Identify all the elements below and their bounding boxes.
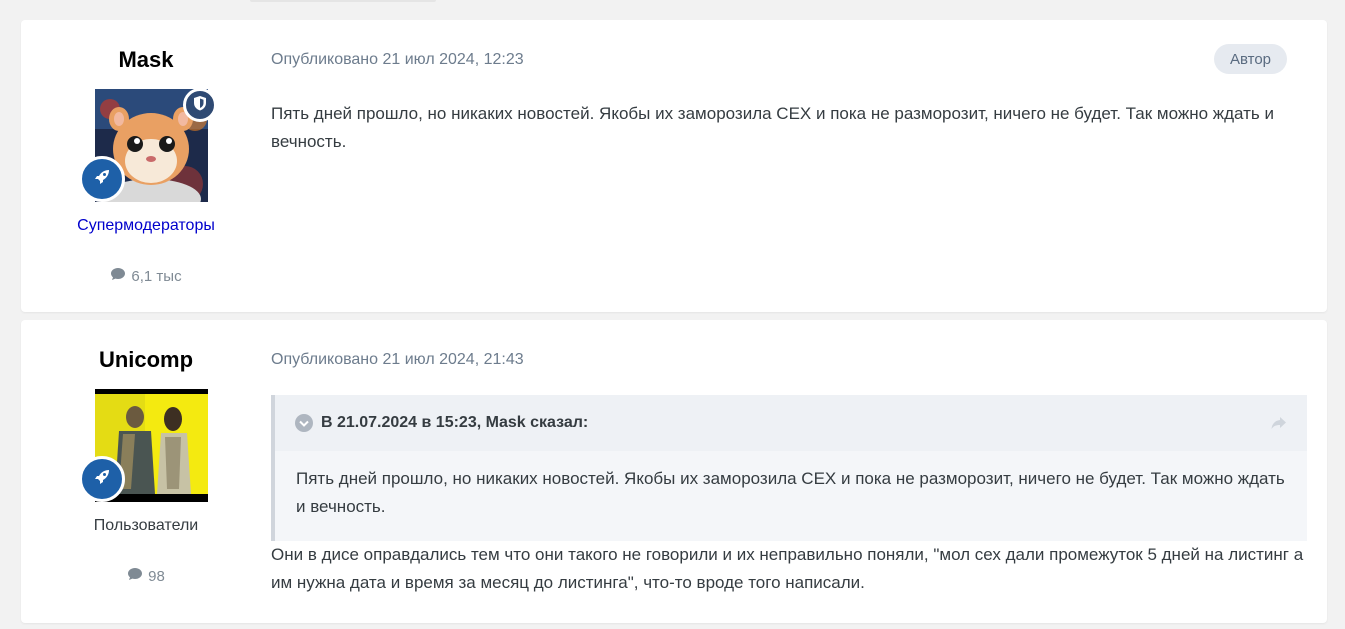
author-name[interactable]: Mask [21,47,271,73]
post-date[interactable]: Опубликовано 21 июл 2024, 12:23 [271,51,524,69]
rank-badge[interactable] [79,456,125,502]
share-icon[interactable] [1269,413,1289,433]
quote-header: В 21.07.2024 в 15:23, Mask сказал: [275,395,1307,451]
comment-icon [127,567,143,585]
post: Unicomp Пользователи 98 Опубликовано 21 … [21,320,1327,623]
quote-text: Пять дней прошло, но никаких новостей. Я… [296,469,1285,516]
rocket-icon [92,467,112,492]
rank-badge[interactable] [79,156,125,202]
author-panel: Unicomp Пользователи 98 [21,320,271,623]
comment-icon [110,267,126,285]
post: Mask Супермодераторы 6,1 тыс Опубликован… [21,20,1327,312]
moderator-badge [183,88,217,122]
quote-citation[interactable]: В 21.07.2024 в 15:23, Mask сказал: [321,414,588,432]
post-count-value: 6,1 тыс [131,267,182,285]
previous-element-edge [250,0,436,2]
post-count: 6,1 тыс [21,267,271,285]
author-name[interactable]: Unicomp [21,347,271,373]
post-count: 98 [21,567,271,585]
quote-block: В 21.07.2024 в 15:23, Mask сказал: Пять … [271,395,1307,541]
user-group[interactable]: Супермодераторы [21,217,271,235]
shield-icon [193,95,207,116]
chevron-down-icon[interactable] [295,414,313,432]
post-date[interactable]: Опубликовано 21 июл 2024, 21:43 [271,351,524,369]
rocket-icon [92,167,112,192]
post-content: Они в дисе оправдались тем что они таког… [271,545,1304,592]
post-content: Пять дней прошло, но никаких новостей. Я… [271,104,1274,151]
author-badge: Автор [1213,44,1287,74]
post-count-value: 98 [148,567,165,585]
user-group[interactable]: Пользователи [21,517,271,535]
author-panel: Mask Супермодераторы 6,1 тыс [21,20,271,312]
